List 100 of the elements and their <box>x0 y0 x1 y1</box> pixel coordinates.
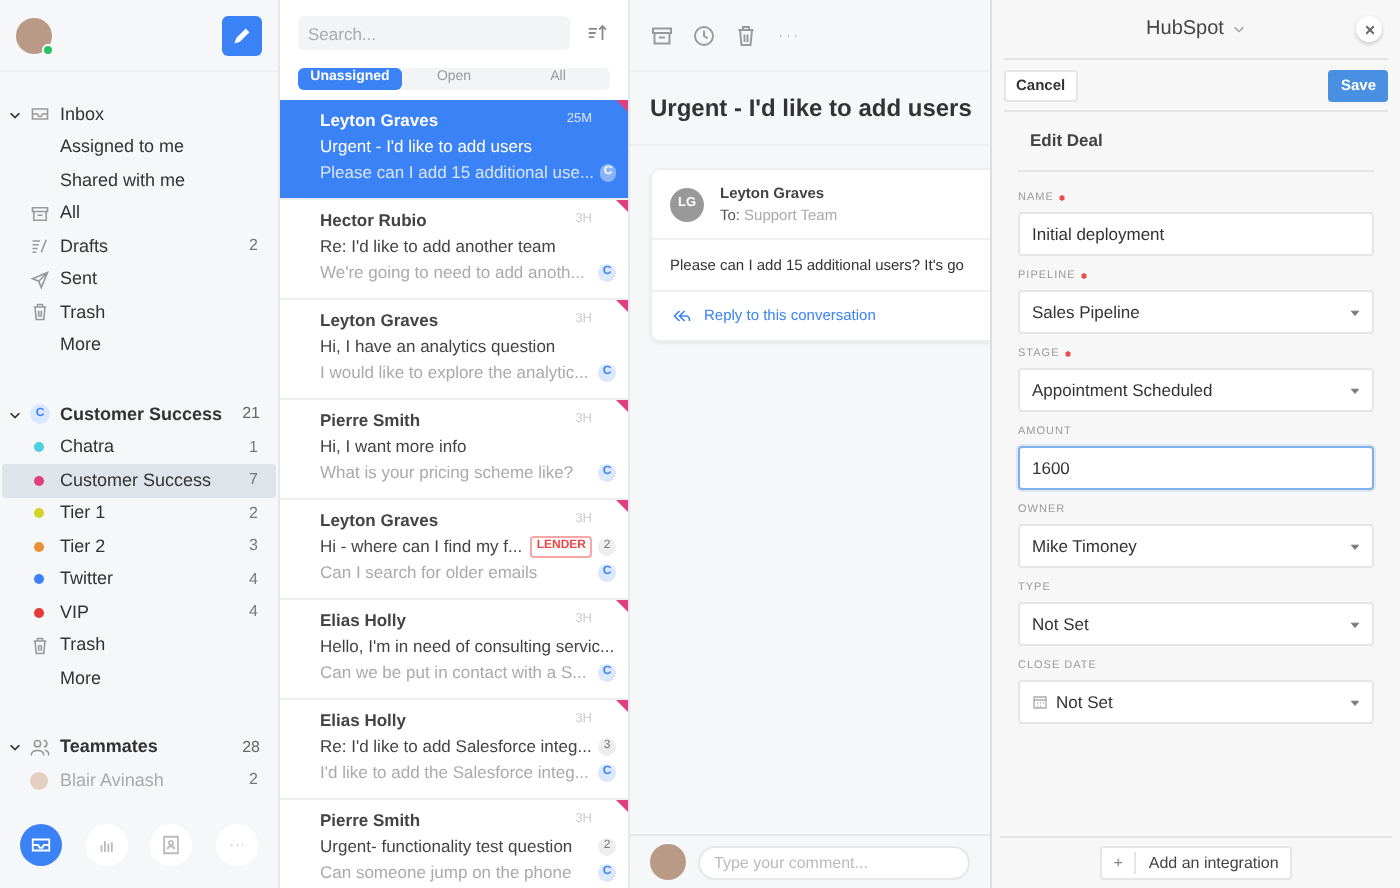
preview-text: We're going to need to add anoth... <box>320 259 587 285</box>
item-count: 1 <box>249 435 258 460</box>
user-avatar <box>650 844 686 880</box>
sort-icon <box>586 22 608 44</box>
preview-text: I'd like to add the Salesforce integ... <box>320 759 591 785</box>
sidebar-item[interactable]: More <box>2 662 276 695</box>
item-count: 2 <box>249 501 258 526</box>
avatar <box>30 771 48 790</box>
search-field[interactable]: Search... <box>298 16 570 50</box>
text-field[interactable]: Initial deployment <box>1018 212 1374 256</box>
section-title[interactable]: Inbox <box>60 101 260 128</box>
preview-text: I would like to explore the analytic... <box>320 359 591 385</box>
preview-text: Please can I add 15 additional use... <box>320 159 595 185</box>
sender-name: Leyton Graves <box>320 507 441 533</box>
section-count: 28 <box>242 735 260 760</box>
snooze-button[interactable] <box>692 23 716 47</box>
dropdown-arrow-icon <box>1350 619 1360 629</box>
preview-text: What is your pricing scheme like? <box>320 459 576 485</box>
compose-button[interactable] <box>222 15 262 55</box>
sidebar-item[interactable]: Blair Avinash 2 <box>2 764 276 797</box>
select-field[interactable]: Appointment Scheduled <box>1018 368 1374 412</box>
sidebar-item[interactable]: VIP 4 <box>2 596 276 629</box>
dropdown-arrow-icon <box>1350 541 1360 551</box>
dropdown-arrow-icon <box>1350 697 1360 707</box>
sender-name: Elias Holly <box>320 707 408 733</box>
item-count: 3 <box>249 534 258 559</box>
sidebar-item[interactable]: Twitter 4 <box>2 563 276 596</box>
sender-name: Leyton Graves <box>320 307 441 333</box>
sidebar-item[interactable]: All <box>2 197 276 230</box>
inbox-icon <box>30 104 50 125</box>
calendar-icon <box>1032 694 1048 710</box>
conversation-title: Urgent - I'd like to add users <box>650 92 972 126</box>
section-title[interactable]: Customer Success <box>60 401 243 428</box>
subject-text: Urgent- functionality test question <box>320 833 575 859</box>
preview-text: Can we be put in contact with a S... <box>320 659 589 685</box>
sender-name: Pierre Smith <box>320 407 423 433</box>
item-count: 2 <box>249 768 258 793</box>
select-field[interactable]: Sales Pipeline <box>1018 290 1374 334</box>
sidebar-item[interactable]: Trash <box>2 629 276 662</box>
subject-text: Re: I'd like to add Salesforce integ... <box>320 733 592 759</box>
inbox-button[interactable] <box>19 823 62 865</box>
date-picker[interactable]: Not Set <box>1018 680 1374 724</box>
delete-button[interactable] <box>734 23 758 47</box>
preview-text: Can someone jump on the phone <box>320 859 574 885</box>
sidebar-item[interactable]: Tier 2 3 <box>2 530 276 563</box>
sidebar-item[interactable]: Customer Success 7 <box>2 464 276 497</box>
subject-text: Hi, I want more info <box>320 433 469 459</box>
section-count: 21 <box>242 402 260 427</box>
bar-chart-button[interactable] <box>85 823 128 865</box>
people-icon <box>30 737 50 758</box>
sidebar-item[interactable]: Drafts 2 <box>2 230 276 263</box>
close-icon <box>1363 23 1375 35</box>
sender-name: Pierre Smith <box>320 807 423 833</box>
comment-field[interactable]: Type your comment... <box>698 845 970 879</box>
contact-card-icon <box>160 833 183 855</box>
archive-button[interactable] <box>650 23 674 47</box>
pencil-icon <box>232 25 252 45</box>
sort-button[interactable] <box>586 22 608 44</box>
dropdown-arrow-icon <box>1350 385 1360 395</box>
preview-text: Can I search for older emails <box>320 559 540 585</box>
item-count: 2 <box>249 234 258 259</box>
add-integration-button[interactable]: + Add an integration <box>1099 846 1293 880</box>
section-title[interactable]: Teammates <box>60 734 243 761</box>
archive-icon <box>650 23 674 47</box>
sender-name: Hector Rubio <box>320 207 429 233</box>
drafts-icon <box>30 236 50 257</box>
sent-icon <box>30 269 50 290</box>
subject-text: Urgent - I'd like to add users <box>320 133 535 159</box>
archive-icon <box>30 203 50 224</box>
trash-icon <box>30 635 50 656</box>
sidebar-item[interactable]: Shared with me <box>2 164 276 197</box>
chevron-down-icon <box>1231 22 1246 36</box>
close-button[interactable] <box>1356 16 1382 42</box>
sidebar-item[interactable]: Chatra 1 <box>2 431 276 464</box>
subject-text: Hello, I'm in need of consulting servic... <box>320 633 616 659</box>
clock-icon <box>692 23 716 47</box>
text-field[interactable]: 1600 <box>1018 446 1374 490</box>
sidebar-item[interactable]: Tier 1 2 <box>2 497 276 530</box>
item-count: 4 <box>249 600 258 625</box>
subject-text: Hi, I have an analytics question <box>320 333 558 359</box>
select-field[interactable]: Not Set <box>1018 602 1374 646</box>
sender-name: Elias Holly <box>320 607 408 633</box>
trash-icon <box>734 23 758 47</box>
subject-text: Re: I'd like to add another team <box>320 233 558 259</box>
integration-dropdown[interactable]: HubSpot <box>1146 14 1246 44</box>
subject-text: Hi - where can I find my f... <box>320 533 525 559</box>
section-heading: Edit Deal <box>1028 128 1103 154</box>
reply-all-icon <box>672 306 692 326</box>
item-count: 4 <box>249 567 258 592</box>
select-field[interactable]: Mike Timoney <box>1018 524 1374 568</box>
trash-icon <box>30 302 50 323</box>
contact-card-button[interactable] <box>150 823 193 865</box>
inbox-icon <box>29 833 52 855</box>
user-avatar[interactable] <box>16 17 52 53</box>
item-count: 7 <box>249 468 258 493</box>
sidebar-item[interactable]: More <box>2 329 276 362</box>
sidebar-item[interactable]: Sent <box>2 263 276 296</box>
dropdown-arrow-icon <box>1350 307 1360 317</box>
sidebar-item[interactable]: Trash <box>2 296 276 329</box>
sidebar-item[interactable]: Assigned to me <box>2 131 276 164</box>
